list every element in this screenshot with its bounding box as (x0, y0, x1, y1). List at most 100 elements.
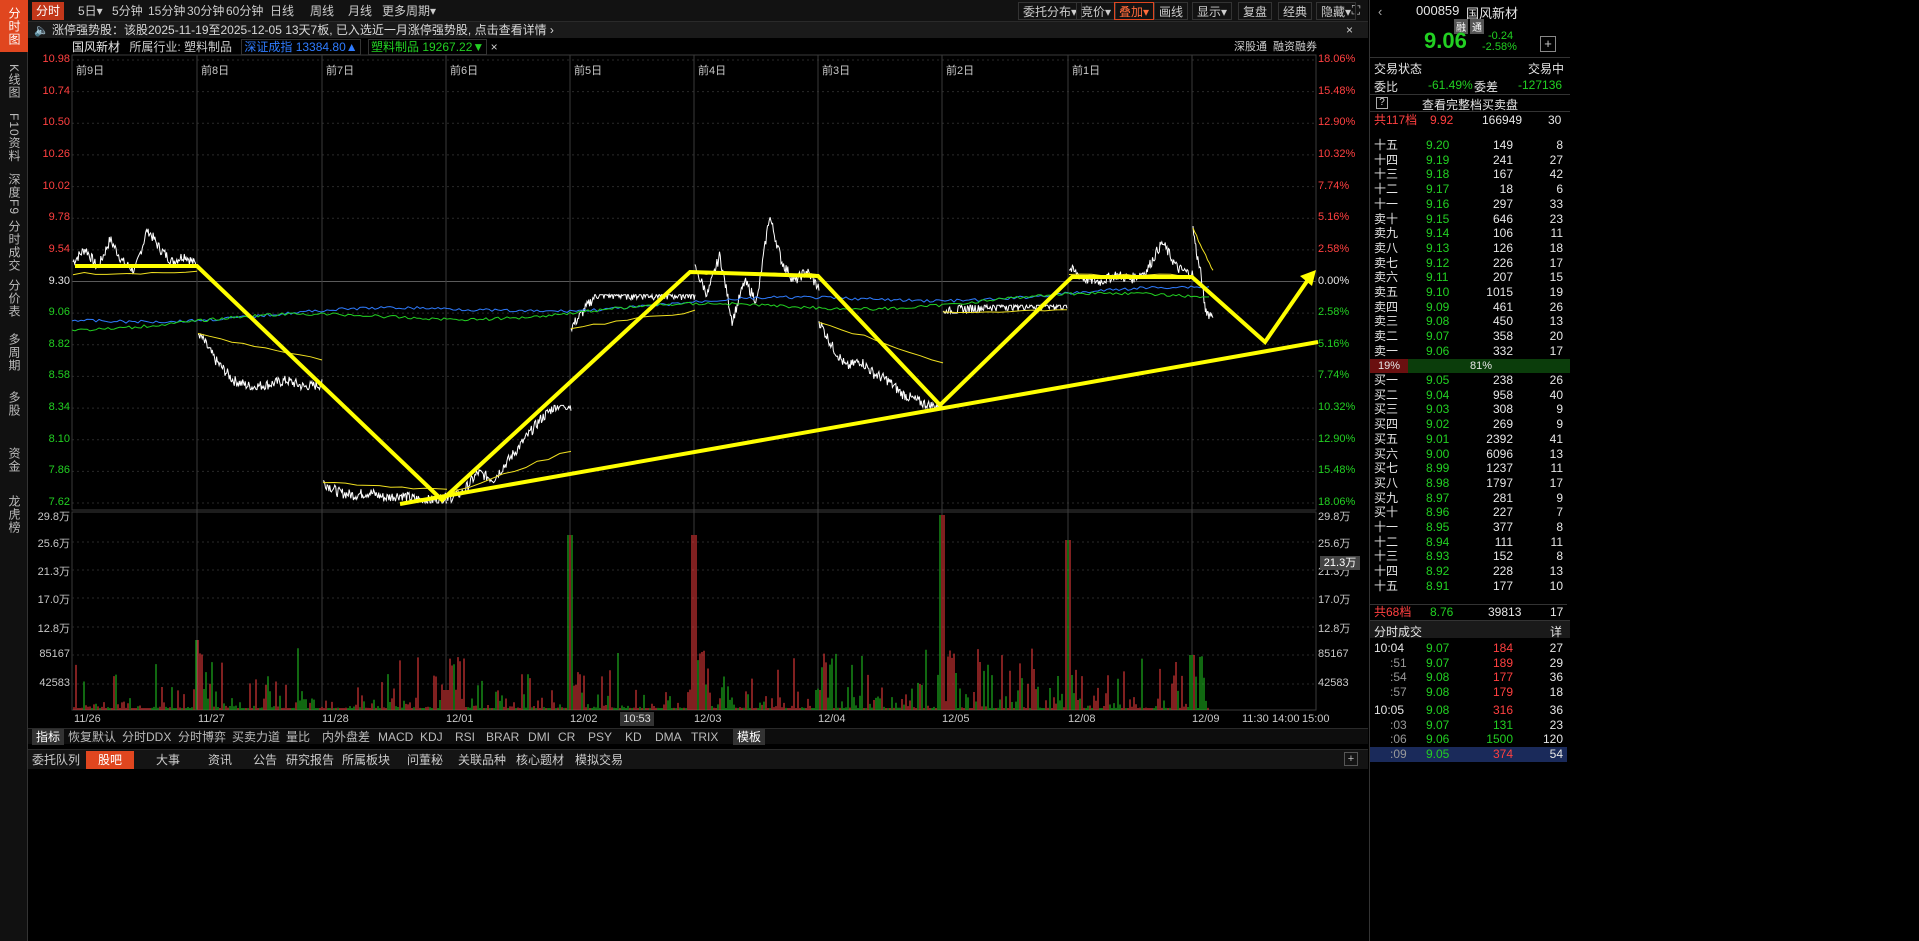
bid-price: 8.95 (1426, 520, 1450, 534)
bid-volume: 152 (1492, 549, 1513, 564)
bottom-tab[interactable]: 模拟交易 (572, 751, 626, 769)
add-watchlist-icon[interactable]: + (1540, 36, 1556, 52)
trade-price: 9.08 (1426, 670, 1450, 684)
bottom-tab[interactable]: 关联品种 (456, 751, 508, 769)
trade-count: 27 (1549, 641, 1563, 655)
top-level-row: 共117档 9.92 166949 30 (1370, 113, 1567, 128)
trade-row: :03 9.07 131 23 (1370, 718, 1567, 733)
chart-area[interactable] (0, 0, 1369, 941)
pct-tick-right: 12.90% (1318, 432, 1356, 445)
help-icon[interactable]: ? (1376, 97, 1388, 109)
indicator-item[interactable]: KD (625, 729, 642, 745)
bid-level-label: 买六 (1374, 446, 1399, 461)
indicator-item[interactable]: DMA (655, 729, 682, 745)
bid-price: 8.91 (1426, 578, 1450, 593)
indicator-item[interactable]: KDJ (420, 729, 443, 745)
price-tick-left: 9.54 (48, 242, 70, 255)
trade-count: 29 (1549, 655, 1563, 670)
pct-tick-right: 18.06% (1318, 53, 1356, 65)
bottom-tab[interactable]: 研究报告 (284, 751, 336, 769)
bid-level-label: 买二 (1374, 387, 1399, 402)
bid-volume: 308 (1492, 402, 1513, 417)
indicator-item[interactable]: TRIX (691, 729, 718, 745)
date-tick: 12/05 (942, 713, 970, 725)
volume-tick-left: 17.0万 (37, 594, 70, 606)
bottom-tab[interactable]: 公告 (246, 751, 284, 769)
indicator-item[interactable]: 分时博弈 (178, 729, 226, 745)
trade-volume: 179 (1492, 684, 1513, 699)
bottom-tab[interactable]: 资讯 (198, 751, 242, 769)
last-price: 9.06 (1424, 28, 1467, 53)
day-label: 前3日 (822, 65, 851, 77)
ask-volume: 461 (1492, 299, 1513, 314)
trade-volume: 189 (1492, 655, 1513, 670)
volume-tick-left: 29.8万 (37, 511, 70, 523)
indicator-item[interactable]: BRAR (486, 729, 519, 745)
day-label: 前5日 (574, 65, 603, 77)
bid-price: 9.03 (1426, 402, 1450, 417)
indicator-item[interactable]: 模板 (733, 729, 766, 745)
ask-row: 卖十 9.15 646 23 (1370, 212, 1567, 227)
price-line (818, 321, 944, 410)
bid-count: 40 (1549, 387, 1563, 402)
bottom-level-vol: 39813 (1488, 605, 1522, 619)
day-label: 前9日 (76, 65, 105, 77)
indicator-item[interactable]: RSI (455, 729, 475, 745)
pct-tick-right: 2.58% (1318, 242, 1350, 255)
ask-count: 27 (1549, 152, 1563, 167)
weicha-value: -127136 (1518, 78, 1563, 92)
indicator-item[interactable]: PSY (588, 729, 612, 745)
indicator-item[interactable]: CR (558, 729, 575, 745)
ask-price: 9.09 (1426, 299, 1450, 314)
volume-tick-right: 25.6万 (1318, 538, 1351, 550)
price-tick-left: 7.86 (48, 464, 70, 477)
volume-cursor-label: 21.3万 (1320, 556, 1360, 570)
ask-row: 十五 9.20 149 8 (1370, 138, 1567, 153)
indicator-item[interactable]: 量比 (286, 729, 310, 745)
bid-row: 买四 9.02 269 9 (1370, 417, 1567, 432)
ask-volume: 167 (1492, 167, 1513, 182)
indicator-item[interactable]: DMI (528, 729, 550, 745)
volume-tick-right: 29.8万 (1318, 511, 1351, 523)
bottom-tab[interactable]: 所属板块 (338, 751, 394, 769)
full-book-row[interactable]: ? 查看完整档买卖盘 (1370, 94, 1570, 112)
trade-volume: 177 (1492, 670, 1513, 684)
trades-more-link[interactable]: 详 (1550, 623, 1562, 640)
indicator-item[interactable]: 分时DDX (122, 729, 171, 745)
add-panel-icon[interactable]: + (1344, 752, 1358, 766)
price-line (1192, 226, 1214, 320)
bottom-tab[interactable]: 股吧 (86, 751, 134, 769)
indicator-item[interactable]: 内外盘差 (322, 729, 370, 745)
ask-row: 卖四 9.09 461 26 (1370, 300, 1567, 315)
price-line (1069, 240, 1194, 286)
indicator-item[interactable]: MACD (378, 729, 413, 745)
price-tick-left: 10.02 (42, 179, 70, 192)
bid-row: 十三 8.93 152 8 (1370, 549, 1567, 564)
price-tick-left: 10.74 (42, 84, 70, 97)
trade-count: 36 (1549, 703, 1563, 717)
price-tick-left: 8.82 (48, 337, 70, 350)
bid-level-label: 买八 (1374, 475, 1399, 490)
trade-row: :54 9.08 177 36 (1370, 670, 1567, 685)
trade-time: :57 (1390, 684, 1407, 699)
ask-count: 20 (1549, 329, 1563, 344)
volume-tick-left: 21.3万 (37, 566, 70, 578)
bid-price: 9.04 (1426, 387, 1450, 402)
trade-time: 10:04 (1374, 641, 1405, 655)
bottom-tab[interactable]: 大事 (146, 751, 190, 769)
price-tick-left: 10.98 (42, 53, 70, 65)
bottom-tab[interactable]: 委托队列 (28, 751, 84, 769)
bottom-tab[interactable]: 问董秘 (398, 751, 452, 769)
indicator-item[interactable]: 恢复默认 (68, 729, 116, 745)
bid-count: 9 (1556, 417, 1563, 432)
trade-time: :54 (1390, 670, 1407, 684)
bottom-tab[interactable]: 核心题材 (512, 751, 568, 769)
ask-volume: 332 (1492, 343, 1513, 358)
bid-count: 9 (1556, 490, 1563, 505)
date-tick: 11/28 (322, 713, 349, 725)
bid-level-label: 买十 (1374, 505, 1399, 520)
prev-stock-icon[interactable]: ‹ (1378, 4, 1382, 19)
full-book-link[interactable]: 查看完整档买卖盘 (1422, 96, 1518, 113)
indicator-item[interactable]: 买卖力道 (232, 729, 280, 745)
indicator-item[interactable]: 指标 (32, 729, 65, 745)
